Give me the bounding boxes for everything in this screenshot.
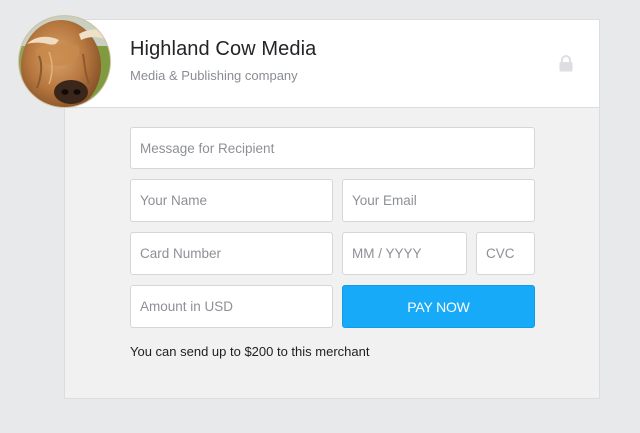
pay-now-button[interactable]: PAY NOW: [342, 285, 535, 328]
highland-cow-icon: [19, 16, 110, 107]
merchant-avatar: [18, 15, 111, 108]
expiry-input[interactable]: [342, 232, 467, 275]
merchant-subtitle: Media & Publishing company: [130, 68, 298, 83]
email-input[interactable]: [342, 179, 535, 222]
merchant-name: Highland Cow Media: [130, 38, 317, 60]
merchant-header: [65, 20, 599, 108]
name-input[interactable]: [130, 179, 333, 222]
cvc-input[interactable]: [476, 232, 535, 275]
lock-icon: [559, 55, 573, 72]
card-number-input[interactable]: [130, 232, 333, 275]
amount-input[interactable]: [130, 285, 333, 328]
message-input[interactable]: [130, 127, 535, 169]
send-limit-note: You can send up to $200 to this merchant: [130, 344, 370, 359]
